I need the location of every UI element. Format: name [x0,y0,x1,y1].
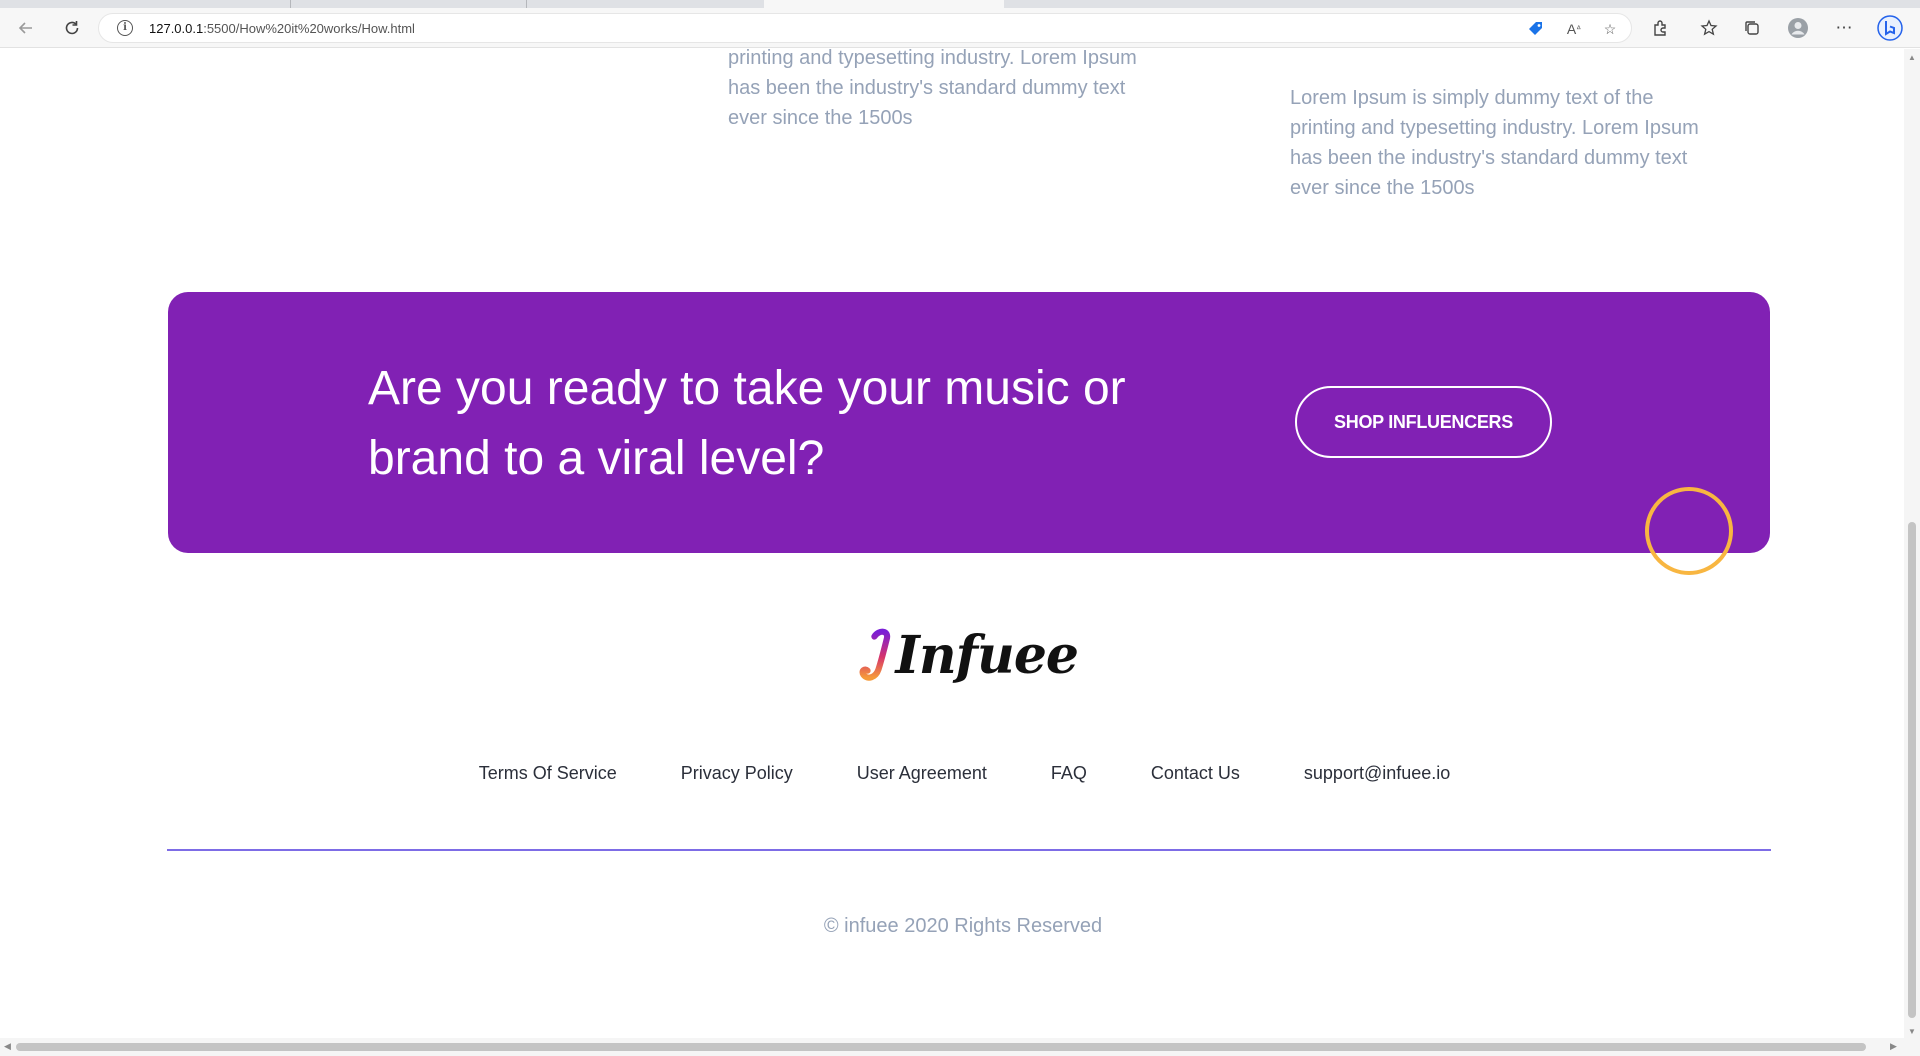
cta-banner: Are you ready to take your music or bran… [168,292,1770,553]
browser-toolbar: i 127.0.0.1:5500/How%20it%20works/How.ht… [0,8,1920,48]
user-agreement-link[interactable]: User Agreement [857,763,987,784]
scroll-up-icon[interactable]: ▲ [1908,53,1916,62]
cta-heading: Are you ready to take your music or bran… [368,362,1126,485]
vertical-scrollbar[interactable]: ▲ ▼ [1904,49,1920,1038]
favorites-icon[interactable] [1695,14,1723,42]
feature-text-2: printing and typesetting industry. Lorem… [728,49,1137,129]
tab-strip [0,0,1920,8]
url-path: :5500/How%20it%20works/How.html [203,21,415,36]
contact-us-link[interactable]: Contact Us [1151,763,1240,784]
shopping-tag-icon[interactable] [1525,18,1547,40]
profile-avatar-icon[interactable] [1784,14,1812,42]
bing-chat-icon[interactable] [1876,14,1904,42]
address-bar[interactable]: i 127.0.0.1:5500/How%20it%20works/How.ht… [98,13,1632,43]
shop-influencers-button[interactable]: SHOP INFLUENCERS [1295,386,1552,458]
tab-separator [526,0,527,8]
read-aloud-icon[interactable]: Aᐞ [1563,18,1585,40]
feature-text-3: Lorem Ipsum is simply dummy text of the … [1290,87,1699,199]
extensions-icon[interactable] [1646,14,1674,42]
faq-link[interactable]: FAQ [1051,763,1087,784]
scroll-right-icon[interactable]: ▶ [1890,1041,1897,1052]
url-host: 127.0.0.1 [149,21,204,36]
logo-text: Infuee [895,624,1079,686]
page-viewport: ever since the 1500s printing and typese… [0,49,1904,1038]
vertical-scroll-thumb[interactable] [1908,522,1916,1018]
horizontal-scrollbar[interactable]: ◀ ▶ [0,1038,1920,1056]
add-favorite-icon[interactable]: ☆ [1599,18,1621,40]
footer-nav: Terms Of Service Privacy Policy User Agr… [0,763,1904,784]
privacy-policy-link[interactable]: Privacy Policy [681,763,793,784]
site-info-icon[interactable]: i [117,20,133,36]
active-tab[interactable] [764,0,1004,8]
footer-divider [167,849,1771,851]
feature-text-1: ever since the 1500s [168,49,588,57]
back-icon[interactable] [12,14,40,42]
reload-icon[interactable] [58,14,86,42]
logo-mark-icon [859,628,891,681]
scroll-left-icon[interactable]: ◀ [4,1041,11,1052]
site-logo[interactable]: Infuee [858,614,1079,696]
url-text: 127.0.0.1:5500/How%20it%20works/How.html [149,21,415,36]
copyright-text: © infuee 2020 Rights Reserved [823,915,1103,937]
more-menu-icon[interactable]: ⋯ [1830,14,1858,42]
terms-of-service-link[interactable]: Terms Of Service [479,763,617,784]
support-email-link[interactable]: support@infuee.io [1304,763,1450,784]
horizontal-scroll-thumb[interactable] [16,1043,1866,1051]
cursor-indicator [1645,487,1733,575]
tab-separator [290,0,291,8]
collections-icon[interactable] [1738,14,1766,42]
scroll-down-icon[interactable]: ▼ [1908,1027,1916,1036]
